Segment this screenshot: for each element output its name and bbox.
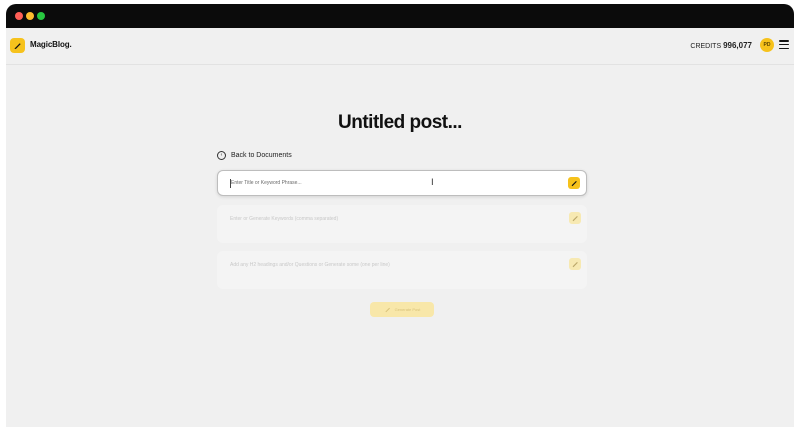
wand-icon[interactable]: [569, 212, 581, 224]
back-label: Back to Documents: [231, 152, 292, 159]
title-placeholder: Enter Title or Keyword Phrase...: [231, 180, 302, 186]
credits-value: 996,077: [723, 41, 752, 50]
keywords-placeholder: Enter or Generate Keywords (comma separa…: [230, 216, 339, 222]
avatar[interactable]: PD: [760, 38, 774, 52]
wand-icon[interactable]: [568, 177, 580, 189]
generate-post-label: Generate Post: [394, 307, 421, 312]
page-title: Untitled post...: [338, 112, 462, 133]
back-icon: ‹: [217, 151, 226, 160]
headings-placeholder: Add any H2 headings and/or Questions or …: [230, 262, 390, 268]
app-logo-text[interactable]: MagicBlog.: [30, 40, 72, 49]
credits-label: CREDITS: [690, 43, 722, 50]
app-header: MagicBlog. CREDITS 996,077 PD: [6, 28, 794, 65]
maximize-window-button[interactable]: [37, 12, 45, 20]
mouse-cursor-icon: I: [431, 178, 434, 188]
menu-icon[interactable]: [779, 40, 789, 50]
minimize-window-button[interactable]: [26, 12, 34, 20]
generate-post-button[interactable]: Generate Post: [370, 302, 434, 317]
credits-display: CREDITS 996,077: [690, 41, 752, 50]
back-to-documents-link[interactable]: ‹ Back to Documents: [217, 151, 292, 160]
close-window-button[interactable]: [15, 12, 23, 20]
pencil-icon[interactable]: [10, 38, 25, 53]
app-window: MagicBlog. CREDITS 996,077 PD Untitled p…: [6, 4, 794, 427]
keywords-input[interactable]: Enter or Generate Keywords (comma separa…: [217, 205, 587, 243]
window-titlebar: [6, 4, 794, 28]
headings-input[interactable]: Add any H2 headings and/or Questions or …: [217, 251, 587, 289]
wand-icon[interactable]: [569, 258, 581, 270]
pencil-icon: [384, 307, 390, 313]
title-input[interactable]: Enter Title or Keyword Phrase...: [217, 170, 587, 196]
